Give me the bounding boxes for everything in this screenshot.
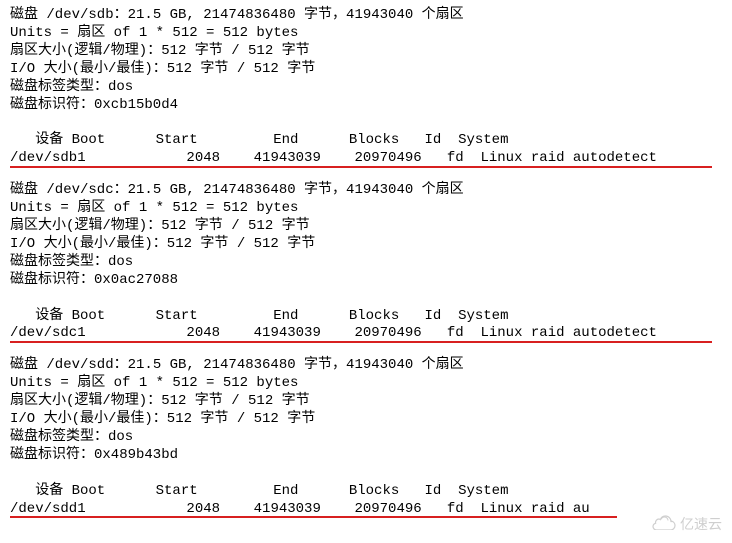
partition-table-header: 设备 Boot Start End Blocks Id System bbox=[10, 308, 722, 326]
partition-table-header: 设备 Boot Start End Blocks Id System bbox=[10, 132, 722, 150]
blank-line bbox=[10, 114, 722, 132]
disk-identifier: 磁盘标识符：0xcb15b0d4 bbox=[10, 97, 722, 115]
watermark-text: 亿速云 bbox=[680, 516, 722, 534]
disk-label-type: 磁盘标签类型：dos bbox=[10, 429, 722, 447]
watermark: 亿速云 bbox=[652, 514, 722, 535]
disk-sector-size: 扇区大小(逻辑/物理)：512 字节 / 512 字节 bbox=[10, 43, 722, 61]
partition-row: /dev/sdb1 2048 41943039 20970496 fd Linu… bbox=[10, 150, 722, 168]
disk-header: 磁盘 /dev/sdb：21.5 GB, 21474836480 字节，4194… bbox=[10, 7, 722, 25]
disk-label-type: 磁盘标签类型：dos bbox=[10, 79, 722, 97]
partition-row: /dev/sdc1 2048 41943039 20970496 fd Linu… bbox=[10, 325, 722, 343]
disk-identifier: 磁盘标识符：0x489b43bd bbox=[10, 447, 722, 465]
disk-units: Units = 扇区 of 1 * 512 = 512 bytes bbox=[10, 375, 722, 393]
disk-label-type: 磁盘标签类型：dos bbox=[10, 254, 722, 272]
disk-block-sdd: 磁盘 /dev/sdd：21.5 GB, 21474836480 字节，4194… bbox=[10, 357, 722, 518]
partition-table-header: 设备 Boot Start End Blocks Id System bbox=[10, 483, 722, 501]
disk-sector-size: 扇区大小(逻辑/物理)：512 字节 / 512 字节 bbox=[10, 393, 722, 411]
blank-line bbox=[10, 465, 722, 483]
disk-io-size: I/O 大小(最小/最佳)：512 字节 / 512 字节 bbox=[10, 61, 722, 79]
disk-units: Units = 扇区 of 1 * 512 = 512 bytes bbox=[10, 200, 722, 218]
blank-line bbox=[10, 290, 722, 308]
disk-header: 磁盘 /dev/sdc：21.5 GB, 21474836480 字节，4194… bbox=[10, 182, 722, 200]
disk-io-size: I/O 大小(最小/最佳)：512 字节 / 512 字节 bbox=[10, 236, 722, 254]
disk-block-sdb: 磁盘 /dev/sdb：21.5 GB, 21474836480 字节，4194… bbox=[10, 7, 722, 168]
disk-identifier: 磁盘标识符：0x0ac27088 bbox=[10, 272, 722, 290]
disk-header: 磁盘 /dev/sdd：21.5 GB, 21474836480 字节，4194… bbox=[10, 357, 722, 375]
cloud-icon bbox=[652, 514, 676, 535]
disk-sector-size: 扇区大小(逻辑/物理)：512 字节 / 512 字节 bbox=[10, 218, 722, 236]
disk-io-size: I/O 大小(最小/最佳)：512 字节 / 512 字节 bbox=[10, 411, 722, 429]
disk-units: Units = 扇区 of 1 * 512 = 512 bytes bbox=[10, 25, 722, 43]
disk-block-sdc: 磁盘 /dev/sdc：21.5 GB, 21474836480 字节，4194… bbox=[10, 182, 722, 343]
